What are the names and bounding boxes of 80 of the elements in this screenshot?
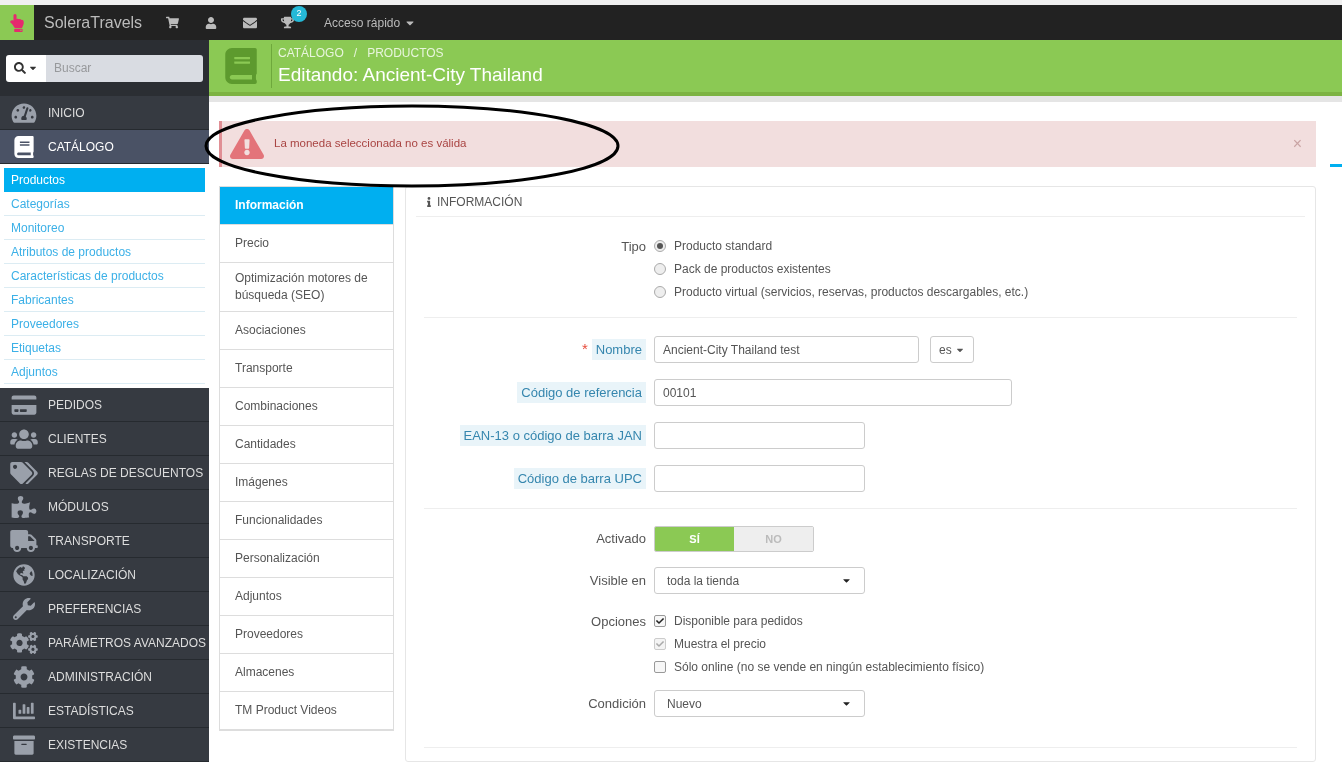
archive-icon <box>10 733 38 756</box>
trophy-icon[interactable] <box>281 16 295 29</box>
select-field[interactable]: toda la tienda <box>654 567 865 594</box>
gears-icon <box>10 631 38 654</box>
tags-icon <box>10 461 38 484</box>
required-asterisk: * <box>581 339 588 360</box>
puzzle-icon <box>10 495 38 518</box>
radio-label: Producto standard <box>674 238 773 255</box>
menu-item[interactable]: PREFERENCIAS <box>0 592 209 626</box>
truck-icon <box>10 529 38 552</box>
tab[interactable]: TM Product Videos <box>220 692 393 730</box>
tab[interactable]: Personalización <box>220 540 393 578</box>
cart-icon[interactable] <box>166 16 180 29</box>
field-label: Código de referencia <box>517 381 646 404</box>
text-field[interactable]: 00101 <box>654 379 1012 406</box>
field-label: Tipo <box>621 238 646 256</box>
breadcrumb-separator: / <box>353 45 358 62</box>
notification-badge: 2 <box>291 6 308 22</box>
tab[interactable]: Proveedores <box>220 616 393 654</box>
checkbox-label: Muestra el precio <box>674 636 767 653</box>
info-icon <box>424 196 434 207</box>
menu-item[interactable]: ESTADÍSTICAS <box>0 694 209 728</box>
tab[interactable]: Asociaciones <box>220 312 393 350</box>
tab[interactable]: Combinaciones <box>220 388 393 426</box>
menu-item[interactable]: MÓDULOS <box>0 490 209 524</box>
gauge-icon <box>10 101 38 124</box>
checkbox-label: Disponible para pedidos <box>674 613 803 630</box>
menu-item[interactable]: PARÁMETROS AVANZADOS <box>0 626 209 660</box>
checkbox[interactable] <box>654 661 666 673</box>
user-icon[interactable] <box>205 16 218 29</box>
globe-icon <box>10 563 38 586</box>
quick-access-menu[interactable]: Acceso rápido <box>324 13 417 32</box>
menu-item[interactable]: REGLAS DE DESCUENTOS <box>0 456 209 490</box>
tab[interactable]: Funcionalidades <box>220 502 393 540</box>
tab[interactable]: Cantidades <box>220 426 393 464</box>
select-field[interactable]: Nuevo <box>654 690 865 717</box>
checkbox-label: Sólo online (no se vende en ningún establecimiento físico) <box>674 659 985 676</box>
tab[interactable]: Optimización motores de búsqueda (SEO) <box>220 263 393 312</box>
menu-item[interactable]: CATÁLOGO <box>0 130 209 164</box>
wrench-icon <box>10 597 38 620</box>
tab[interactable]: Almacenes <box>220 654 393 692</box>
radio-label: Producto virtual (servicios, reservas, productos descargables, etc.) <box>674 284 1029 301</box>
field-label: Opciones <box>591 613 646 631</box>
tab[interactable]: Transporte <box>220 350 393 388</box>
shop-name[interactable]: SoleraTravels <box>44 10 143 35</box>
field-label: Activado <box>596 530 646 549</box>
field-label: EAN-13 o código de barra JAN <box>459 424 646 447</box>
menu-item[interactable]: TRANSPORTE <box>0 524 209 558</box>
radio-button[interactable] <box>654 240 666 252</box>
field-label: Código de barra UPC <box>513 467 646 490</box>
warning-icon <box>230 127 264 161</box>
tab[interactable]: Precio <box>220 225 393 263</box>
alert-message: La moneda seleccionada no es válida <box>274 136 468 152</box>
tab[interactable]: Imágenes <box>220 464 393 502</box>
field-label: Condición <box>588 694 646 713</box>
menu-item[interactable]: EXISTENCIAS <box>0 728 209 762</box>
search-field[interactable]: Buscar <box>46 54 203 82</box>
menu-item[interactable]: ADMINISTRACIÓN <box>0 660 209 694</box>
field-label: Nombre <box>591 338 646 361</box>
text-field[interactable] <box>654 465 865 492</box>
text-field[interactable] <box>654 422 865 449</box>
radio-button[interactable] <box>654 263 666 275</box>
hand-logo-icon[interactable] <box>0 5 34 40</box>
search-icon[interactable] <box>14 62 26 74</box>
language-dropdown[interactable]: es <box>930 336 974 363</box>
people-icon <box>10 427 38 450</box>
text-field[interactable]: Ancient-City Thailand test <box>654 336 919 363</box>
menu-item[interactable]: PEDIDOS <box>0 388 209 422</box>
page-title: Editando: Ancient-City Thailand <box>278 63 543 87</box>
checkbox[interactable] <box>654 615 666 627</box>
menu-item[interactable]: CLIENTES <box>0 422 209 456</box>
radio-button[interactable] <box>654 286 666 298</box>
mail-icon[interactable] <box>243 15 258 30</box>
panel-heading: INFORMACIÓN <box>437 193 523 211</box>
card-icon <box>10 393 38 416</box>
field-label: Visible en <box>589 571 646 590</box>
book-icon <box>223 48 259 84</box>
tab[interactable]: Adjuntos <box>220 578 393 616</box>
radio-label: Pack de productos existentes <box>674 261 831 278</box>
menu-item[interactable]: LOCALIZACIÓN <box>0 558 209 592</box>
